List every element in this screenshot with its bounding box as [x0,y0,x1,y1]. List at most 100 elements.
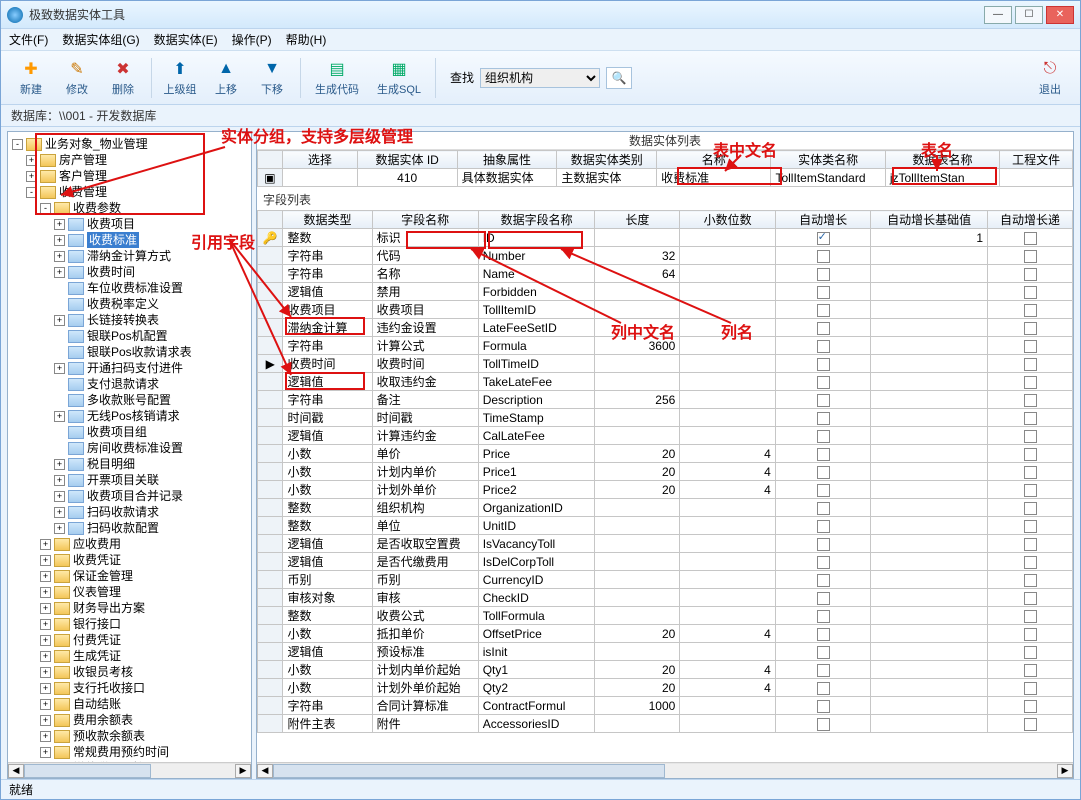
toggle-icon[interactable]: + [40,619,51,630]
field-row[interactable]: 小数单价Price204 [258,445,1073,463]
tree-node[interactable]: +预收款余额表 [10,728,249,744]
toggle-icon[interactable]: + [40,683,51,694]
checkbox[interactable] [817,268,830,281]
tree-node[interactable]: +税目明细 [10,456,249,472]
checkbox[interactable] [817,556,830,569]
field-row[interactable]: 整数收费公式TollFormula [258,607,1073,625]
tree-node[interactable]: +客户管理 [10,168,249,184]
find-button[interactable]: 🔍 [606,67,632,89]
grid-hscroll[interactable]: ◀ ▶ [257,762,1073,778]
toggle-icon[interactable]: + [40,603,51,614]
tree-node[interactable]: +保证金管理 [10,568,249,584]
tree[interactable]: -业务对象_物业管理+房产管理+客户管理-收费管理-收费参数+收费项目+收费标准… [8,132,251,762]
menu-group[interactable]: 数据实体组(G) [62,31,139,48]
field-row[interactable]: 字符串代码Number32 [258,247,1073,265]
toggle-icon[interactable]: + [54,251,65,262]
tree-node[interactable]: 收费项目组 [10,424,249,440]
tree-node[interactable]: 房间收费标准设置 [10,440,249,456]
checkbox[interactable] [817,466,830,479]
upgroup-button[interactable]: ⬆上级组 [158,59,202,97]
tree-node[interactable]: +应收费用 [10,536,249,552]
checkbox[interactable] [1024,592,1037,605]
menu-file[interactable]: 文件(F) [9,31,48,48]
scroll-right-icon[interactable]: ▶ [235,764,251,778]
checkbox[interactable] [817,682,830,695]
tree-node[interactable]: +财务导出方案 [10,600,249,616]
toggle-icon[interactable]: + [26,171,37,182]
tree-node[interactable]: +扫码收款配置 [10,520,249,536]
toggle-icon[interactable]: + [54,459,65,470]
toggle-icon[interactable]: + [40,747,51,758]
field-grid[interactable]: 数据类型字段名称数据字段名称长度小数位数自动增长自动增长基础值自动增长递 🔑整数… [257,210,1073,762]
tree-node[interactable]: 银联Pos收款请求表 [10,344,249,360]
checkbox[interactable] [1024,340,1037,353]
tree-node[interactable]: 车位收费标准设置 [10,280,249,296]
checkbox[interactable] [817,520,830,533]
tree-node[interactable]: +常规费用预约时间 [10,744,249,760]
tree-node[interactable]: +银行接口 [10,616,249,632]
new-button[interactable]: ✚新建 [9,59,53,97]
checkbox[interactable] [817,304,830,317]
checkbox[interactable] [817,286,830,299]
tree-node[interactable]: +付费凭证 [10,632,249,648]
field-row[interactable]: 小数计划外单价Price2204 [258,481,1073,499]
field-row[interactable]: 时间戳时间戳TimeStamp [258,409,1073,427]
toggle-icon[interactable]: + [54,491,65,502]
checkbox[interactable] [1024,556,1037,569]
checkbox[interactable] [817,664,830,677]
checkbox[interactable] [1024,268,1037,281]
checkbox[interactable] [1024,484,1037,497]
checkbox[interactable] [1024,394,1037,407]
tree-node[interactable]: +长链接转换表 [10,312,249,328]
field-row[interactable]: 滞纳金计算违约金设置LateFeeSetID [258,319,1073,337]
field-row[interactable]: 币别币别CurrencyID [258,571,1073,589]
checkbox[interactable] [1024,574,1037,587]
toggle-icon[interactable]: + [54,523,65,534]
tree-node[interactable]: +收费凭证 [10,552,249,568]
tree-node[interactable]: -收费参数 [10,200,249,216]
toggle-icon[interactable]: + [40,539,51,550]
tree-node[interactable]: +房产管理 [10,152,249,168]
checkbox[interactable] [817,448,830,461]
field-row[interactable]: 逻辑值是否代缴费用IsDelCorpToll [258,553,1073,571]
checkbox[interactable] [817,394,830,407]
tree-node[interactable]: +收银员考核 [10,664,249,680]
checkbox[interactable] [1024,430,1037,443]
field-row[interactable]: 字符串备注Description256 [258,391,1073,409]
toggle-icon[interactable]: + [54,411,65,422]
scroll-left-icon[interactable]: ◀ [257,764,273,778]
menu-entity[interactable]: 数据实体(E) [154,31,218,48]
field-row[interactable]: 审核对象审核CheckID [258,589,1073,607]
checkbox[interactable] [1024,628,1037,641]
moveup-button[interactable]: ▲上移 [204,59,248,97]
checkbox[interactable] [817,430,830,443]
gensql-button[interactable]: ▦生成SQL [369,59,429,97]
toggle-icon[interactable]: + [40,667,51,678]
minimize-button[interactable]: — [984,6,1012,24]
tree-node[interactable]: +收费项目 [10,216,249,232]
toggle-icon[interactable]: + [40,699,51,710]
tree-node[interactable]: +支行托收接口 [10,680,249,696]
field-row[interactable]: 小数计划外单价起始Qty2204 [258,679,1073,697]
tree-node[interactable]: +收费标准 [10,232,249,248]
tree-node[interactable]: -收费管理 [10,184,249,200]
tree-hscroll[interactable]: ◀ ▶ [8,762,251,778]
checkbox[interactable] [1024,466,1037,479]
tree-node[interactable]: -业务对象_物业管理 [10,136,249,152]
toggle-icon[interactable]: + [54,475,65,486]
tree-node[interactable]: +收费项目合并记录 [10,488,249,504]
field-row[interactable]: 逻辑值收取违约金TakeLateFee [258,373,1073,391]
checkbox[interactable] [817,340,830,353]
close-button[interactable]: ✕ [1046,6,1074,24]
checkbox[interactable] [817,232,830,245]
toggle-icon[interactable]: + [40,715,51,726]
tree-node[interactable]: +滞纳金计算方式 [10,248,249,264]
checkbox[interactable] [817,646,830,659]
field-row[interactable]: 小数抵扣单价OffsetPrice204 [258,625,1073,643]
checkbox[interactable] [817,502,830,515]
toggle-icon[interactable]: + [54,235,65,246]
checkbox[interactable] [817,538,830,551]
tree-node[interactable]: 支付退款请求 [10,376,249,392]
checkbox[interactable] [1024,448,1037,461]
checkbox[interactable] [1024,322,1037,335]
